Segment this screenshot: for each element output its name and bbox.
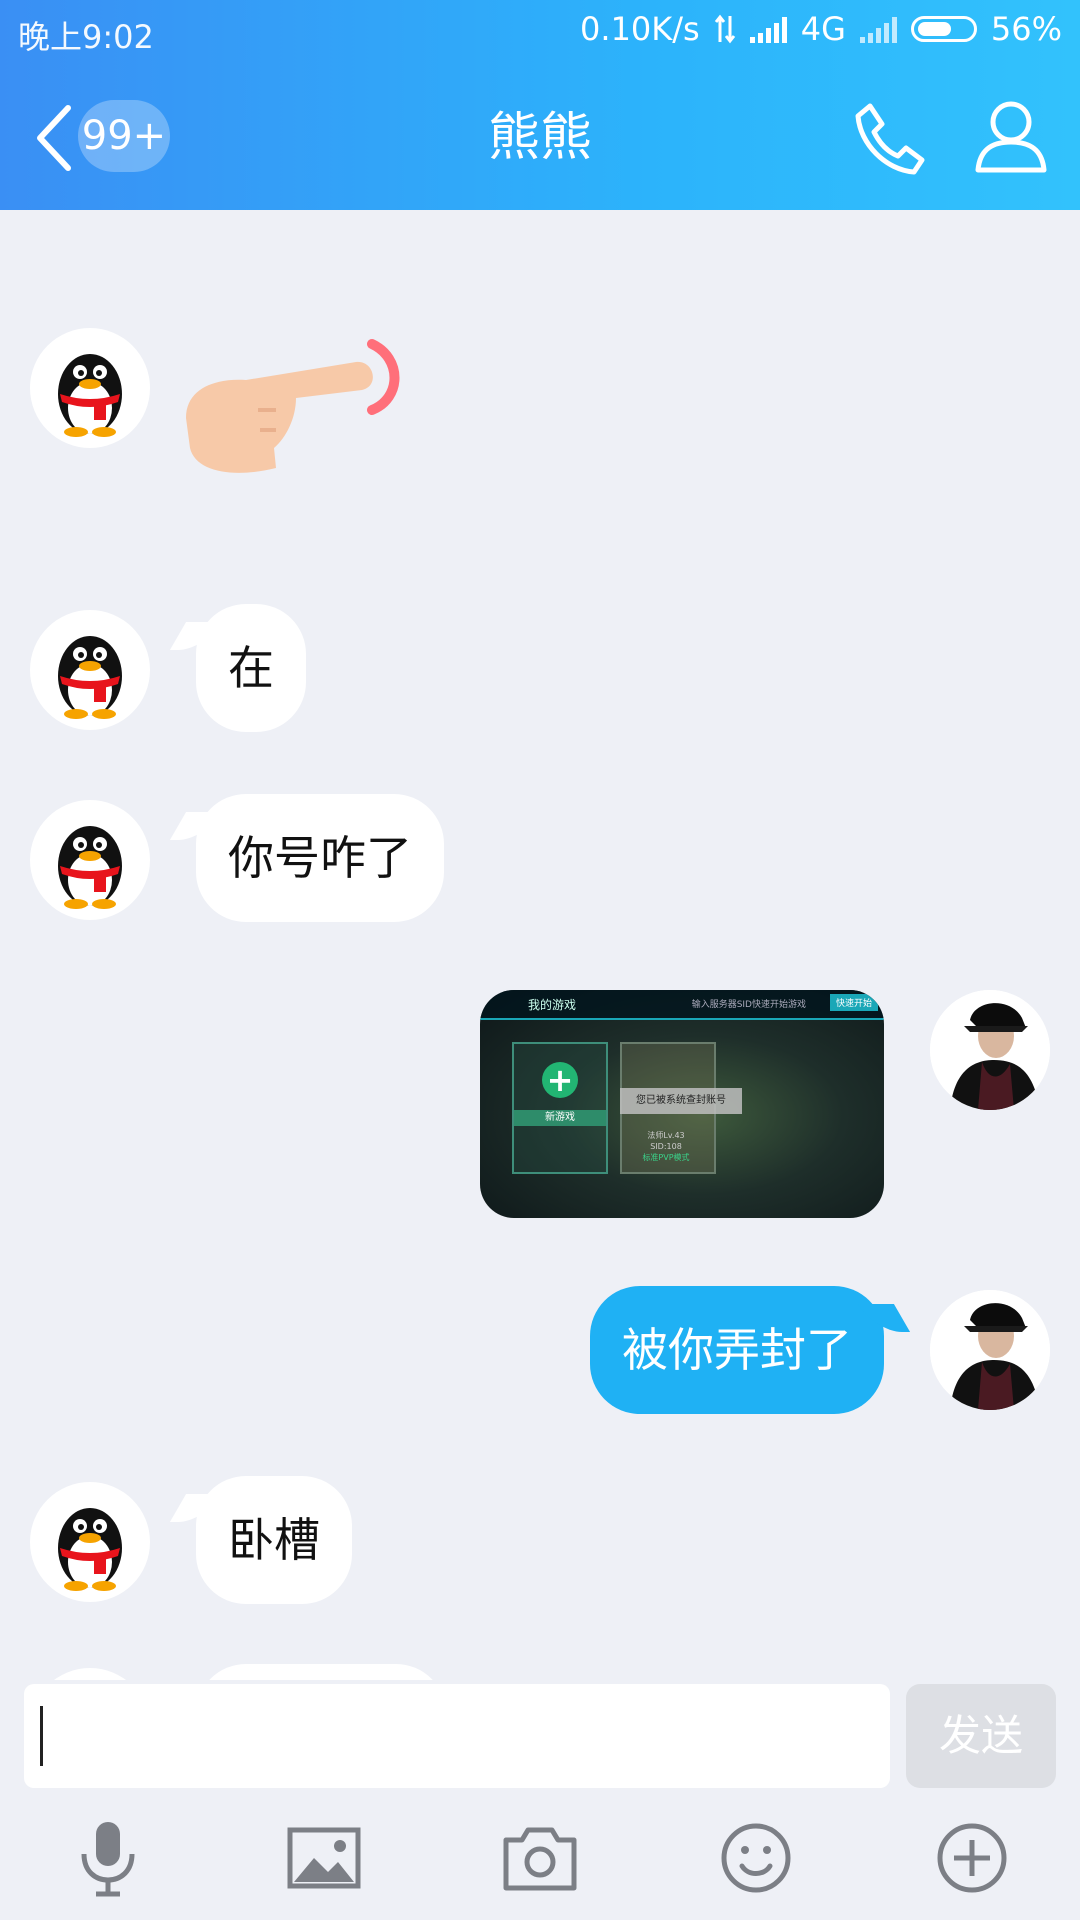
input-toolbar (0, 1810, 1080, 1920)
image-icon[interactable] (284, 1818, 364, 1898)
my-avatar[interactable] (930, 990, 1050, 1110)
status-time: 晚上9:02 (18, 18, 154, 56)
status-bar: 晚上9:02 0.10K/s 4G 56% (0, 0, 1080, 60)
nav-bar: 99+ 熊熊 (0, 90, 1080, 190)
status-right: 0.10K/s 4G 56% (580, 10, 1062, 48)
my-avatar[interactable] (930, 1290, 1050, 1410)
battery-level: 56% (990, 10, 1062, 48)
contact-avatar[interactable] (30, 1482, 150, 1602)
contact-avatar[interactable] (30, 800, 150, 920)
game-mode: 标准PVP模式 (642, 1153, 690, 1162)
game-quick-start: 快速开始 (829, 994, 878, 1011)
message-input[interactable] (24, 1684, 890, 1788)
battery-icon (910, 16, 977, 42)
net-speed: 0.10K/s (580, 10, 700, 48)
game-hint: 输入服务器SID快速开始游戏 (691, 1000, 806, 1010)
game-screenshot-image[interactable]: 我的游戏 输入服务器SID快速开始游戏 快速开始 + 新游戏 您已被系统查封账号… (480, 990, 884, 1218)
profile-icon[interactable] (972, 96, 1050, 176)
account-level: 法师Lv.43 (647, 1131, 685, 1140)
message-list[interactable]: 在 你号咋了 我的游戏 输入服务器SID快速开始游戏 快速开始 + 新游戏 您已… (0, 210, 1080, 1680)
incoming-message[interactable]: 在 (196, 604, 306, 732)
user-photo-avatar (930, 1290, 1050, 1410)
phone-icon[interactable] (850, 98, 930, 178)
signal-icon (749, 15, 787, 43)
camera-icon[interactable] (500, 1818, 580, 1898)
game-title: 我的游戏 (528, 998, 577, 1012)
signal-secondary-icon (859, 15, 897, 43)
game-header-bar: 我的游戏 输入服务器SID快速开始游戏 快速开始 (480, 990, 884, 1020)
penguin-avatar-icon (58, 826, 122, 909)
account-meta: 法师Lv.43 SID:108 标准PVP模式 (620, 1130, 712, 1163)
network-type: 4G (800, 10, 846, 48)
server-id: SID:108 (650, 1142, 682, 1151)
penguin-avatar-icon (58, 354, 122, 437)
incoming-message[interactable]: 卧槽 (196, 1476, 352, 1604)
penguin-avatar-icon (58, 636, 122, 719)
new-game-label: 新游戏 (514, 1110, 606, 1126)
pointing-hand-emoji[interactable] (176, 338, 406, 488)
text-caret (40, 1706, 43, 1766)
contact-avatar[interactable] (30, 328, 150, 448)
contact-avatar[interactable] (30, 610, 150, 730)
plus-icon[interactable] (932, 1818, 1012, 1898)
user-photo-avatar (930, 990, 1050, 1110)
send-button[interactable]: 发送 (906, 1684, 1056, 1788)
chat-header: 晚上9:02 0.10K/s 4G 56% 99+ 熊熊 (0, 0, 1080, 210)
new-game-card: + 新游戏 (512, 1042, 608, 1174)
microphone-icon[interactable] (68, 1818, 148, 1898)
contact-avatar[interactable] (30, 1668, 150, 1680)
banned-notice: 您已被系统查封账号 (620, 1088, 742, 1114)
composer: 发送 (0, 1680, 1080, 1790)
data-transfer-icon (714, 14, 735, 44)
outgoing-message[interactable]: 被你弄封了 (590, 1286, 884, 1414)
incoming-message[interactable]: 你号咋了 (196, 794, 444, 922)
incoming-message-partial[interactable] (196, 1664, 446, 1680)
penguin-avatar-icon (58, 1508, 122, 1591)
emoji-icon[interactable] (716, 1818, 796, 1898)
plus-icon: + (542, 1062, 578, 1098)
